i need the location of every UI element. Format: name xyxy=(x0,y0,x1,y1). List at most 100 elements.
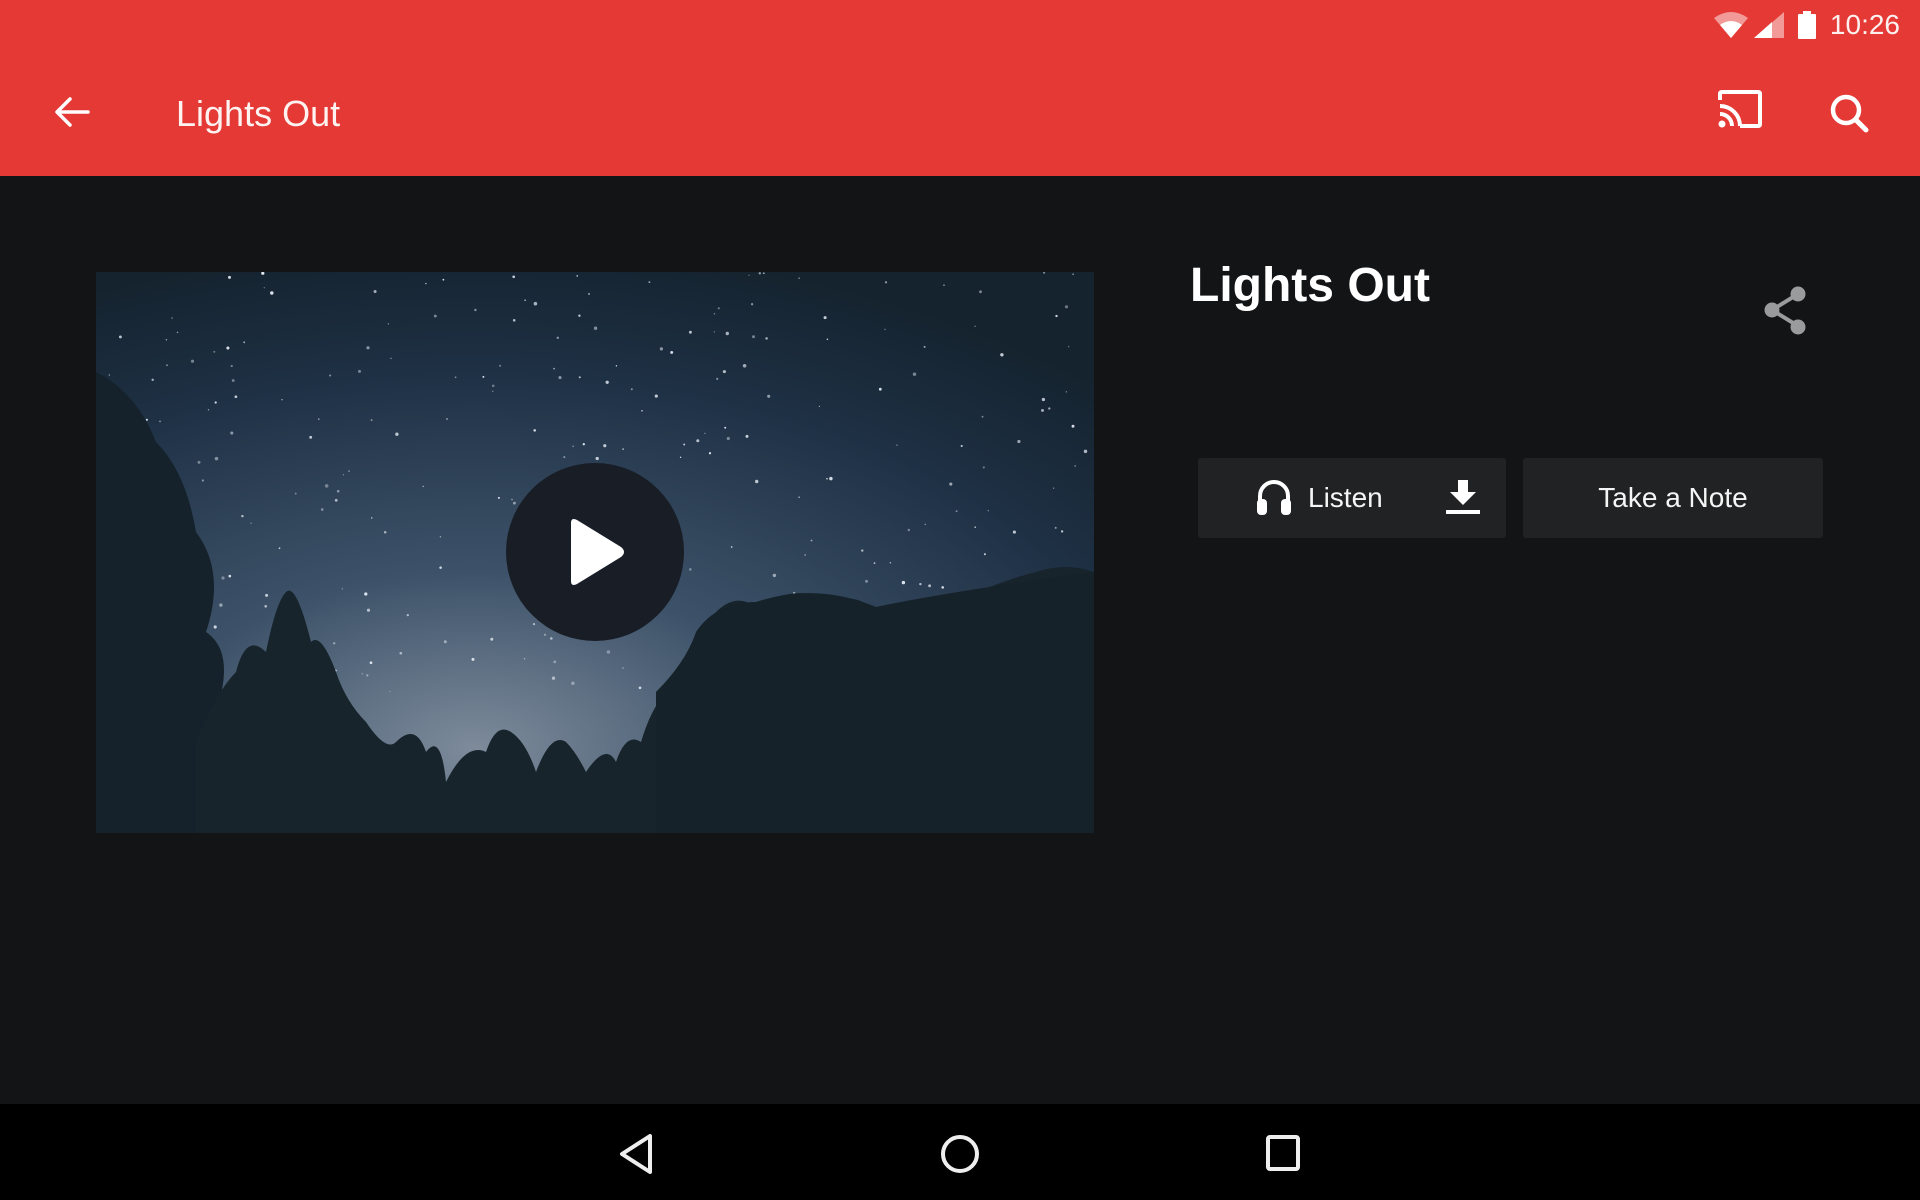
star xyxy=(630,388,633,391)
triangle-back-icon xyxy=(620,1134,652,1174)
star xyxy=(373,289,377,294)
system-nav-bar xyxy=(0,1104,1920,1200)
star xyxy=(553,367,555,370)
star xyxy=(108,374,111,376)
star xyxy=(987,510,989,512)
star xyxy=(955,510,958,513)
star xyxy=(369,661,373,665)
star xyxy=(983,553,986,556)
nav-back-button[interactable] xyxy=(608,1126,664,1182)
star xyxy=(615,365,618,367)
star xyxy=(823,316,827,320)
star xyxy=(361,673,363,675)
star xyxy=(659,347,664,351)
search-button[interactable] xyxy=(1826,90,1876,136)
star xyxy=(1083,449,1088,454)
star xyxy=(151,378,154,381)
star xyxy=(750,303,754,306)
take-a-note-button[interactable]: Take a Note xyxy=(1523,458,1823,538)
star xyxy=(919,582,922,586)
star xyxy=(1048,407,1051,410)
star xyxy=(576,275,578,277)
star xyxy=(524,299,526,301)
star xyxy=(231,379,235,382)
star xyxy=(553,660,557,664)
cast-button[interactable] xyxy=(1716,90,1772,136)
star xyxy=(582,443,585,446)
star xyxy=(387,323,390,325)
star xyxy=(118,335,122,339)
star xyxy=(943,284,945,286)
status-bar: 10:26 xyxy=(1620,0,1920,50)
headphones-icon xyxy=(1257,480,1291,515)
star xyxy=(439,566,442,569)
star xyxy=(556,336,559,339)
star xyxy=(366,674,369,677)
arrow-left-icon xyxy=(55,97,90,127)
star xyxy=(670,350,674,354)
star xyxy=(214,456,219,461)
search-icon xyxy=(1830,94,1869,133)
star xyxy=(336,489,340,493)
star xyxy=(370,419,373,422)
star xyxy=(901,580,906,585)
star xyxy=(442,278,445,281)
star xyxy=(333,642,336,645)
star xyxy=(765,337,768,340)
star xyxy=(389,690,391,693)
star xyxy=(884,328,886,331)
share-button[interactable] xyxy=(1760,284,1810,338)
star xyxy=(826,477,828,480)
star xyxy=(226,346,230,350)
star xyxy=(532,622,536,626)
square-recents-icon xyxy=(1266,1135,1300,1171)
star xyxy=(767,394,771,398)
star xyxy=(896,444,898,446)
star xyxy=(949,482,953,486)
star xyxy=(219,603,223,607)
star xyxy=(342,474,345,476)
nav-home-button[interactable] xyxy=(932,1126,988,1182)
star xyxy=(201,479,204,482)
star xyxy=(912,372,917,376)
download-icon[interactable] xyxy=(1444,480,1482,516)
star xyxy=(742,364,747,368)
nav-recents-button[interactable] xyxy=(1256,1126,1312,1182)
back-button[interactable] xyxy=(52,92,92,132)
star xyxy=(446,418,448,420)
star xyxy=(1072,273,1074,275)
star xyxy=(622,448,624,450)
star xyxy=(390,357,392,359)
star xyxy=(263,287,265,289)
star xyxy=(826,338,829,341)
star xyxy=(512,501,516,505)
star xyxy=(243,341,246,344)
play-button[interactable] xyxy=(506,463,684,641)
star xyxy=(1060,530,1064,533)
star xyxy=(679,456,682,459)
star xyxy=(696,439,700,443)
star xyxy=(638,686,642,690)
star xyxy=(1041,408,1044,412)
star xyxy=(358,369,361,373)
star xyxy=(371,517,373,519)
star xyxy=(214,401,217,404)
star xyxy=(1017,439,1021,444)
star xyxy=(512,275,515,279)
star xyxy=(1064,305,1069,309)
star xyxy=(294,492,297,495)
episode-title: Lights Out xyxy=(1190,259,1430,312)
star xyxy=(197,460,201,464)
star xyxy=(798,496,800,498)
star xyxy=(861,549,864,552)
star xyxy=(176,331,179,334)
star xyxy=(533,301,538,306)
star xyxy=(511,498,513,501)
star xyxy=(1067,345,1070,348)
star xyxy=(497,496,500,499)
star xyxy=(499,364,502,367)
star xyxy=(708,452,712,455)
listen-button[interactable]: Listen xyxy=(1198,458,1506,538)
star xyxy=(165,339,168,341)
star xyxy=(265,593,269,597)
